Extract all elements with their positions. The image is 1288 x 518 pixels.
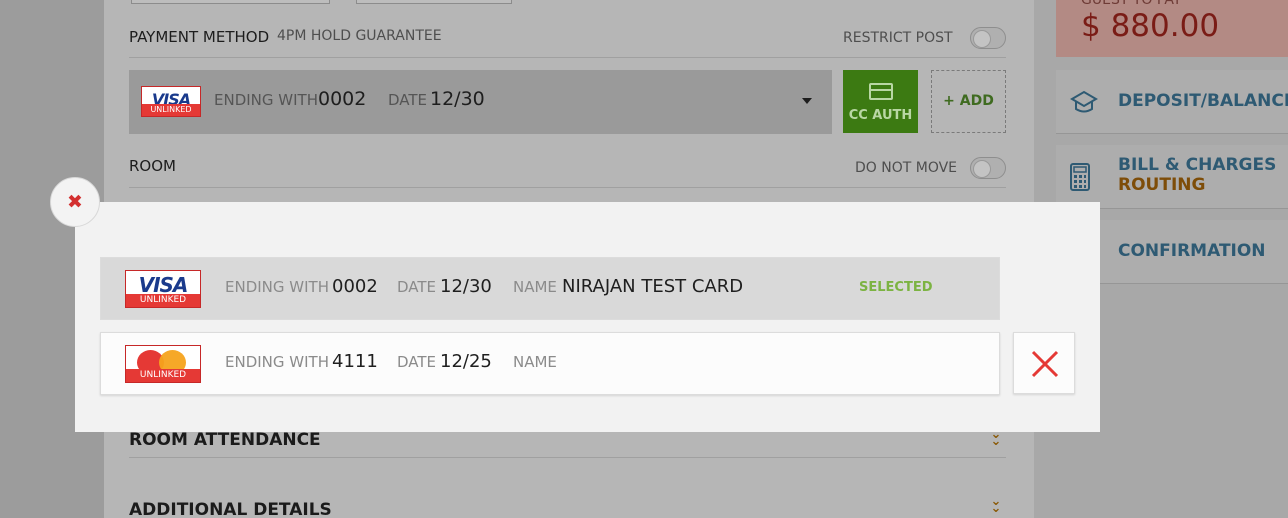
top-field-2[interactable]: [356, 0, 512, 4]
sidebar-item-label: DEPOSIT/BALANCE: [1118, 91, 1288, 111]
sidebar-item-bill-charges-routing[interactable]: BILL & CHARGES ROUTING: [1056, 145, 1288, 209]
do-not-move-label: DO NOT MOVE: [855, 160, 958, 176]
selected-badge: SELECTED: [859, 280, 933, 295]
ending-with-value: 4111: [332, 351, 378, 372]
chevron-down-icon[interactable]: [802, 98, 812, 104]
divider: [129, 187, 1006, 188]
card-row-mastercard-4111[interactable]: UNLINKED ENDING WITH 4111 DATE 12/25 NAM…: [100, 332, 1000, 395]
ending-with-value: 0002: [332, 276, 378, 297]
close-icon: ✖: [67, 191, 83, 213]
date-value: 12/30: [440, 276, 492, 297]
cc-auth-button[interactable]: CC AUTH: [843, 70, 918, 133]
sidebar-item-sublabel: ROUTING: [1118, 175, 1206, 195]
unlinked-badge: UNLINKED: [126, 369, 200, 382]
ending-with-value: 0002: [318, 88, 367, 110]
calculator-icon: [1070, 163, 1090, 191]
room-attendance-title[interactable]: ROOM ATTENDANCE: [129, 430, 321, 450]
divider: [129, 57, 1006, 58]
chevron-double-down-icon[interactable]: ⌄ ⌄: [989, 495, 1003, 515]
card-row-visa-0002[interactable]: VISA UNLINKED ENDING WITH 0002 DATE 12/3…: [100, 257, 1000, 320]
unlinked-badge: UNLINKED: [126, 294, 200, 307]
ending-with-label: ENDING WITH: [225, 278, 329, 296]
delete-icon: [1031, 350, 1059, 378]
divider: [129, 457, 1006, 458]
sidebar-item-deposit-balance[interactable]: DEPOSIT/BALANCE: [1056, 70, 1288, 134]
ending-with-label: ENDING WITH: [214, 91, 318, 109]
guest-to-pay-label: GUEST TO PAY: [1081, 0, 1182, 8]
card-brand: VISA: [138, 273, 189, 297]
top-field-1[interactable]: [131, 0, 330, 4]
restrict-post-toggle[interactable]: [970, 27, 1006, 49]
mastercard-card-icon: UNLINKED: [125, 345, 201, 383]
ending-with-label: ENDING WITH: [225, 353, 329, 371]
sidebar-item-label: BILL & CHARGES: [1118, 155, 1277, 175]
date-value: 12/30: [430, 88, 485, 110]
chevron-double-down-icon[interactable]: ⌄ ⌄: [989, 428, 1003, 448]
close-modal-button[interactable]: ✖: [50, 177, 100, 227]
date-label: DATE: [397, 353, 437, 371]
date-value: 12/25: [440, 351, 492, 372]
unlinked-badge: UNLINKED: [142, 104, 200, 116]
amount-due: $ 880.00: [1081, 8, 1220, 44]
sidebar-item-label: CONFIRMATION: [1118, 241, 1266, 261]
cc-auth-label: CC AUTH: [848, 108, 913, 123]
visa-card-icon: VISA UNLINKED: [125, 270, 201, 308]
credit-card-icon: [869, 83, 893, 100]
visa-card-icon: VISA UNLINKED: [141, 86, 201, 117]
payment-method-label: PAYMENT METHOD: [129, 28, 270, 46]
date-label: DATE: [388, 91, 428, 109]
additional-details-title[interactable]: ADDITIONAL DETAILS: [129, 500, 332, 518]
do-not-move-toggle[interactable]: [970, 157, 1006, 179]
name-label: NAME: [513, 353, 557, 371]
restrict-post-label: RESTRICT POST: [843, 30, 953, 46]
hold-guarantee-label: 4PM HOLD GUARANTEE: [277, 28, 442, 44]
deposit-icon: [1070, 90, 1098, 113]
room-label: ROOM: [129, 157, 176, 175]
date-label: DATE: [397, 278, 437, 296]
delete-card-button[interactable]: [1013, 332, 1075, 394]
name-value: NIRAJAN TEST CARD: [562, 276, 744, 297]
name-label: NAME: [513, 278, 557, 296]
add-card-button[interactable]: + ADD: [931, 70, 1006, 133]
